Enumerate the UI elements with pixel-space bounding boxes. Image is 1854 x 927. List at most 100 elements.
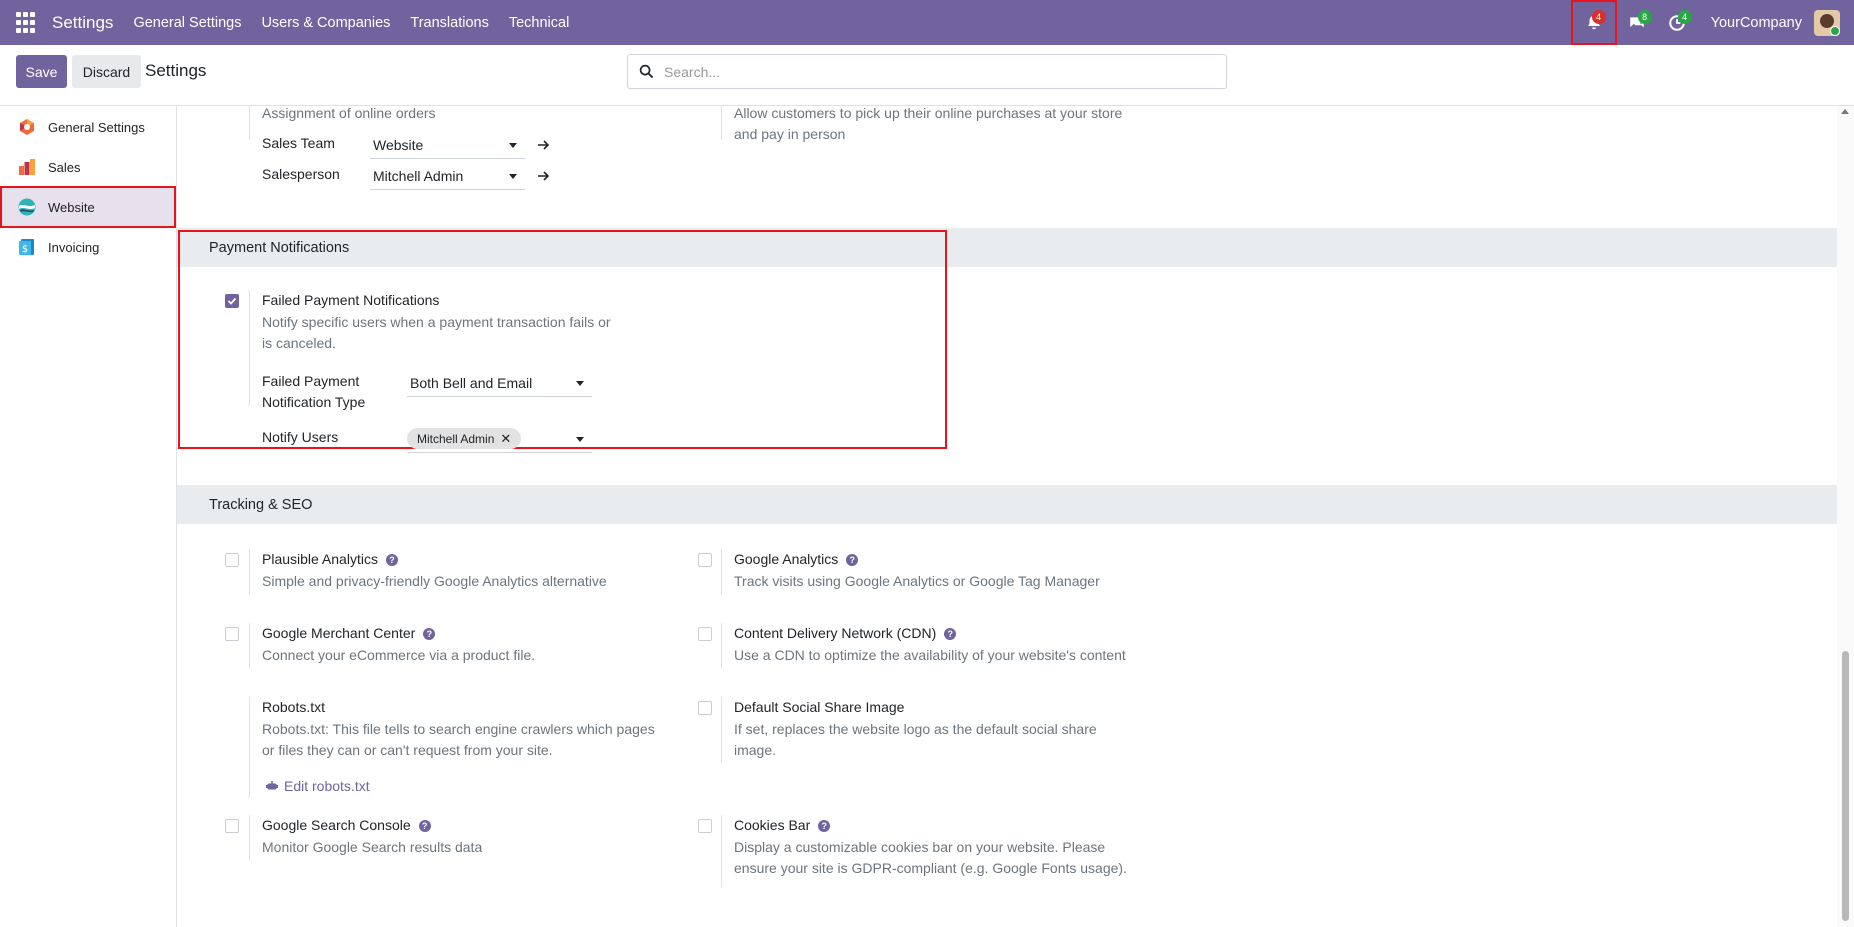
divider [249, 290, 250, 406]
merchant-center-checkbox[interactable] [225, 627, 239, 641]
cookies-bar-title: Cookies Bar? [734, 817, 831, 833]
app-menu-icon[interactable] [16, 11, 38, 34]
settings-content: Assignment of online orders Sales Team W… [177, 106, 1837, 927]
divider [721, 106, 722, 140]
salesperson-value: Mitchell Admin [373, 168, 464, 184]
help-icon[interactable]: ? [818, 820, 831, 832]
cdn-checkbox[interactable] [698, 627, 712, 641]
search-console-checkbox[interactable] [225, 819, 239, 833]
menu-translations[interactable]: Translations [410, 15, 488, 31]
chevron-down-icon [509, 143, 517, 148]
social-share-title: Default Social Share Image [734, 699, 905, 715]
robots-desc: Robots.txt: This file tells to search en… [262, 721, 655, 758]
sales-team-select[interactable]: Website [370, 132, 525, 159]
notifications-count-badge: 4 [1591, 10, 1606, 24]
sidebar-item-website[interactable]: Website [0, 186, 176, 228]
messages-button[interactable]: 8 [1617, 0, 1657, 45]
edit-robots-label: Edit robots.txt [284, 778, 370, 794]
activities-count-badge: 4 [1677, 10, 1692, 24]
user-avatar[interactable] [1814, 9, 1840, 36]
check-icon [227, 297, 237, 305]
remove-tag-icon[interactable]: ✕ [500, 431, 511, 447]
cdn-title: Content Delivery Network (CDN)? [734, 625, 957, 641]
sidebar-item-label: Sales [48, 159, 81, 175]
divider [721, 697, 722, 763]
plausible-title: Plausible Analytics? [262, 551, 398, 567]
help-icon[interactable]: ? [846, 554, 859, 566]
sidebar-item-invoicing[interactable]: $ Invoicing [0, 226, 176, 268]
sidebar-item-label: Invoicing [48, 239, 100, 255]
sidebar-item-general-settings[interactable]: General Settings [0, 106, 176, 148]
user-tag: Mitchell Admin ✕ [407, 428, 522, 449]
help-icon[interactable]: ? [944, 628, 957, 640]
notification-type-select[interactable]: Both Bell and Email [407, 370, 592, 397]
settings-sidebar: General Settings Sales Website $ Invoici… [0, 106, 177, 927]
merchant-center-desc: Connect your eCommerce via a product fil… [262, 647, 536, 663]
internal-link-icon[interactable] [536, 168, 552, 184]
menu-technical[interactable]: Technical [509, 15, 569, 31]
divider [721, 623, 722, 669]
google-analytics-desc: Track visits using Google Analytics or G… [734, 573, 1100, 589]
failed-payment-title: Failed Payment Notifications [262, 292, 440, 308]
menu-general-settings[interactable]: General Settings [133, 15, 241, 31]
pickup-desc: Allow customers to pick up their online … [734, 106, 1123, 142]
chevron-down-icon [576, 436, 584, 442]
website-icon [17, 197, 37, 217]
menu-users-companies[interactable]: Users & Companies [261, 15, 390, 31]
sidebar-item-label: Website [48, 199, 95, 215]
control-panel: Save Discard Settings [0, 45, 1854, 106]
sales-icon [17, 157, 37, 177]
robots-title: Robots.txt [262, 699, 326, 715]
chevron-down-icon [576, 381, 584, 386]
user-tag-label: Mitchell Admin [417, 431, 495, 446]
activities-button[interactable]: 4 [1657, 0, 1697, 45]
google-analytics-checkbox[interactable] [698, 553, 712, 567]
notify-users-label: Notify Users [262, 429, 339, 445]
social-share-checkbox[interactable] [698, 701, 712, 715]
save-button[interactable]: Save [16, 55, 67, 88]
cookies-bar-desc: Display a customizable cookies bar on yo… [734, 839, 1127, 876]
robot-icon [266, 781, 278, 790]
internal-link-icon[interactable] [536, 137, 552, 153]
failed-payment-checkbox[interactable] [225, 294, 239, 308]
discard-button[interactable]: Discard [72, 55, 141, 88]
tracking-seo-heading: Tracking & SEO [177, 485, 1837, 524]
search-input[interactable] [664, 63, 1204, 80]
divider [249, 549, 250, 595]
salesperson-label: Salesperson [262, 166, 340, 182]
divider [249, 623, 250, 669]
sales-team-label: Sales Team [262, 135, 335, 151]
notifications-button[interactable]: 4 [1570, 0, 1617, 45]
search-console-title: Google Search Console? [262, 817, 431, 833]
help-icon[interactable]: ? [385, 554, 398, 566]
sidebar-item-label: General Settings [48, 119, 145, 135]
search-icon [639, 64, 654, 79]
divider [249, 106, 250, 140]
search-box[interactable] [627, 54, 1227, 89]
scroll-up-icon[interactable] [1841, 109, 1849, 114]
general-settings-icon [17, 117, 37, 137]
sales-team-value: Website [373, 137, 424, 153]
cookies-bar-checkbox[interactable] [698, 819, 712, 833]
help-icon[interactable]: ? [423, 628, 436, 640]
plausible-checkbox[interactable] [225, 553, 239, 567]
chevron-down-icon [509, 174, 517, 179]
notification-type-label: Failed Payment Notification Type [262, 373, 366, 410]
cdn-desc: Use a CDN to optimize the availability o… [734, 647, 1126, 663]
help-icon[interactable]: ? [418, 820, 431, 832]
company-switcher[interactable]: YourCompany [1711, 15, 1802, 31]
salesperson-select[interactable]: Mitchell Admin [370, 163, 525, 190]
social-share-desc: If set, replaces the website logo as the… [734, 721, 1097, 758]
notification-type-value: Both Bell and Email [410, 375, 533, 391]
plausible-desc: Simple and privacy-friendly Google Analy… [262, 573, 607, 589]
messages-count-badge: 8 [1637, 10, 1652, 24]
app-title[interactable]: Settings [52, 13, 113, 33]
page-title: Settings [145, 61, 207, 80]
edit-robots-link[interactable]: Edit robots.txt [266, 778, 370, 794]
google-analytics-title: Google Analytics? [734, 551, 859, 567]
sidebar-item-sales[interactable]: Sales [0, 146, 176, 188]
top-navbar: Settings General Settings Users & Compan… [0, 0, 1854, 45]
divider [721, 815, 722, 887]
vertical-scrollbar[interactable] [1837, 106, 1854, 927]
scroll-thumb[interactable] [1842, 651, 1849, 921]
